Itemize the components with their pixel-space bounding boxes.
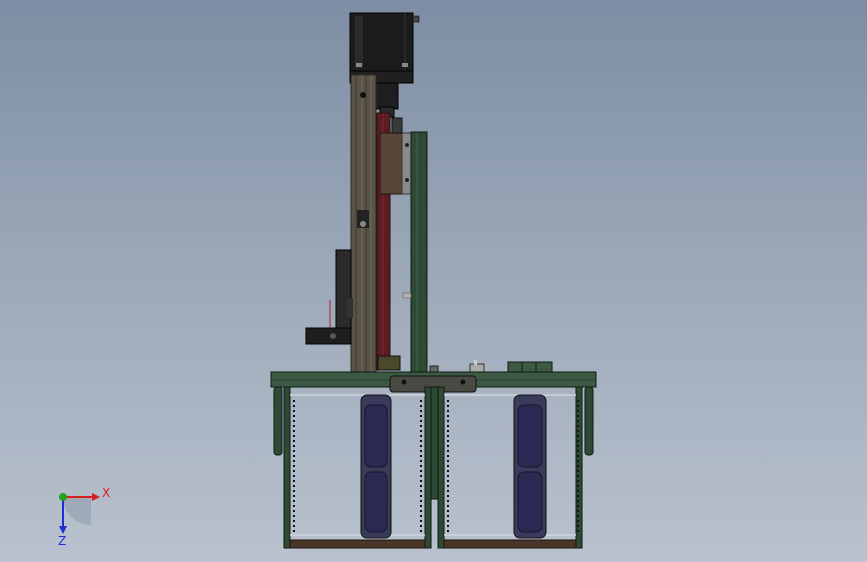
top-plate-fittings (377, 355, 553, 373)
cad-model-drawing: X Z (58, 12, 597, 549)
left-enclosure (283, 386, 432, 549)
center-rod (430, 386, 439, 500)
right-clamp (584, 386, 594, 456)
motor-coupler (375, 82, 399, 118)
y-axis-origin (59, 493, 67, 501)
stepper-motor (349, 12, 420, 84)
x-axis-label: X (102, 486, 110, 500)
side-bracket (305, 249, 353, 345)
triad-plane-shading (63, 497, 91, 525)
left-cylinder (360, 394, 392, 539)
cad-viewport[interactable]: X Z (0, 0, 867, 562)
right-cylinder (513, 394, 547, 539)
vertical-aluminum-profile (350, 74, 377, 373)
left-clamp (273, 386, 283, 456)
z-axis-label: Z (58, 534, 66, 548)
right-enclosure (437, 386, 583, 549)
coordinate-triad: X Z (58, 486, 110, 548)
